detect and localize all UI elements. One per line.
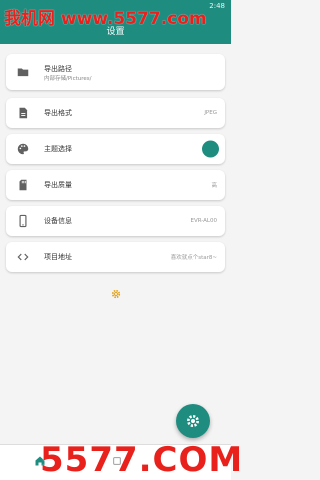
setting-sub: 内部存储/Pictures/: [44, 76, 92, 82]
setting-label: 主题选择: [44, 145, 72, 153]
setting-label: 项目地址: [44, 253, 72, 261]
setting-value: EVR-AL00: [190, 218, 217, 224]
sd-card-icon: [19, 179, 27, 191]
setting-project-address[interactable]: 项目地址 喜欢就点个star8~: [6, 242, 225, 272]
setting-label: 导出格式: [44, 109, 72, 117]
theme-color-swatch[interactable]: [202, 140, 219, 158]
watermark-top: 我机网 www.5577.com: [4, 9, 207, 29]
setting-value: JPEG: [204, 110, 217, 116]
setting-theme[interactable]: 主题选择: [6, 134, 225, 164]
file-icon: [19, 107, 28, 119]
folder-icon: [17, 68, 29, 77]
setting-export-quality[interactable]: 导出质量 高: [6, 170, 225, 200]
setting-value: 喜欢就点个star8~: [170, 255, 217, 261]
status-time: 2:48: [209, 2, 225, 10]
phone-icon: [19, 214, 27, 228]
setting-label: 设备信息: [44, 217, 72, 225]
gear-icon: [111, 289, 121, 299]
setting-export-format[interactable]: 导出格式 JPEG: [6, 98, 225, 128]
setting-value: 高: [211, 183, 217, 189]
setting-device-info[interactable]: 设备信息 EVR-AL00: [6, 206, 225, 236]
gear-icon: [187, 415, 199, 427]
setting-label: 导出路径: [44, 65, 72, 73]
setting-label: 导出质量: [44, 181, 72, 189]
settings-fab[interactable]: [176, 404, 210, 438]
code-icon: [17, 253, 29, 261]
setting-export-path[interactable]: 导出路径 内部存储/Pictures/: [6, 54, 225, 90]
palette-icon: [17, 143, 29, 155]
watermark-bottom: 5577.COM: [40, 440, 244, 480]
